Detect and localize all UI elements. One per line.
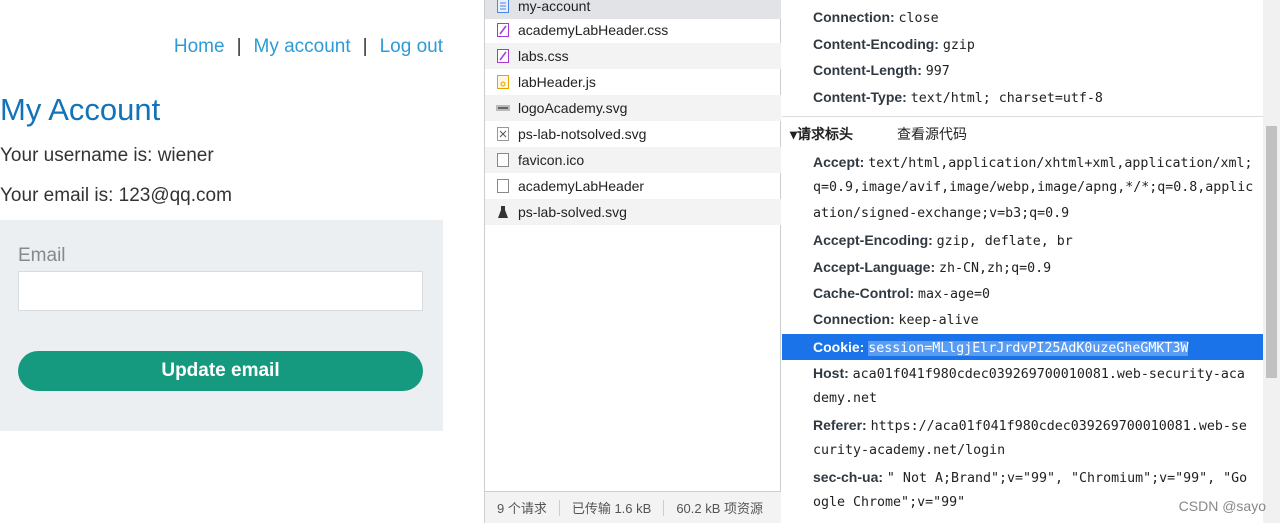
cookie-value-selected: session=MLlgjElrJrdvPI25AdK0uzeGheGMKT3W xyxy=(868,341,1189,356)
nav-my-account-link[interactable]: My account xyxy=(254,36,351,57)
page-title: My Account xyxy=(0,92,161,127)
header-accept-encoding: Accept-Encoding: gzip, deflate, br xyxy=(813,232,1073,249)
request-name: academyLabHeader xyxy=(518,178,645,194)
header-accept: Accept: text/html,application/xhtml+xml,… xyxy=(813,154,1253,171)
top-nav: Home | My account | Log out xyxy=(174,36,443,58)
headers-scrollbar[interactable] xyxy=(1263,0,1280,523)
request-name: academyLabHeader.css xyxy=(518,22,669,38)
email-label: Email xyxy=(18,245,66,266)
request-name: my-account xyxy=(518,0,591,14)
flask-image-icon xyxy=(496,204,510,220)
svg-image-icon xyxy=(496,126,510,142)
request-name: logoAcademy.svg xyxy=(518,100,628,116)
transferred-size: 已传输 1.6 kB xyxy=(571,501,652,516)
js-file-icon xyxy=(496,74,510,90)
request-row-labheader-js[interactable]: labHeader.js xyxy=(485,69,781,95)
header-host-cont: demy.net xyxy=(813,391,878,406)
email-text: Your email is: 123@qq.com xyxy=(0,185,232,206)
header-accept-cont: ation/signed-exchange;v=b3;q=0.9 xyxy=(813,206,1070,221)
request-row-ps-lab-notsolved-svg[interactable]: ps-lab-notsolved.svg xyxy=(485,121,781,147)
network-status-bar: 9 个请求 已传输 1.6 kB 60.2 kB 项资源 xyxy=(485,491,781,523)
request-row-academylabheader-css[interactable]: academyLabHeader.css xyxy=(485,17,781,43)
watermark: CSDN @sayo xyxy=(1178,498,1266,514)
header-connection: Connection: keep-alive xyxy=(813,311,979,328)
request-row-labs-css[interactable]: labs.css xyxy=(485,43,781,69)
header-content-encoding: Content-Encoding: gzip xyxy=(813,36,975,53)
nav-logout-link[interactable]: Log out xyxy=(380,36,443,57)
css-file-icon xyxy=(496,22,510,38)
blank-file-icon xyxy=(496,178,510,194)
blank-file-icon xyxy=(496,152,510,168)
header-referer: Referer: https://aca01f041f980cdec039269… xyxy=(813,417,1247,434)
change-email-form: Email Update email xyxy=(0,220,443,431)
update-email-button[interactable]: Update email xyxy=(18,351,423,391)
request-name: favicon.ico xyxy=(518,152,585,168)
scrollbar-thumb[interactable] xyxy=(1266,126,1277,378)
nav-home-link[interactable]: Home xyxy=(174,36,225,57)
css-file-icon xyxy=(496,48,510,64)
web-page: Home | My account | Log out My Account Your … xyxy=(0,0,463,523)
nav-separator: | xyxy=(236,36,242,57)
header-cookie: Cookie: session=MLlgjElrJrdvPI25AdK0uzeG… xyxy=(813,339,1189,356)
request-name: labs.css xyxy=(518,48,569,64)
header-sec-ch-ua: sec-ch-ua: " Not A;Brand";v="99", "Chrom… xyxy=(813,469,1248,486)
header-host: Host: aca01f041f980cdec039269700010081.w… xyxy=(813,365,1245,382)
request-name: ps-lab-solved.svg xyxy=(518,204,627,220)
header-cookie-row-selected[interactable]: Cookie: session=MLlgjElrJrdvPI25AdK0uzeG… xyxy=(782,334,1263,360)
request-name: labHeader.js xyxy=(518,74,596,90)
headers-panel: Connection: close Content-Encoding: gzip… xyxy=(782,0,1280,523)
email-input[interactable] xyxy=(18,271,423,311)
header-content-length: Content-Length: 997 xyxy=(813,62,950,79)
request-count: 9 个请求 xyxy=(497,501,547,516)
request-row-ps-lab-solved-svg[interactable]: ps-lab-solved.svg xyxy=(485,199,781,225)
view-source-link[interactable]: 查看源代码 xyxy=(897,124,967,144)
request-row-logoacademy-svg[interactable]: logoAcademy.svg xyxy=(485,95,781,121)
request-headers-section-toggle[interactable]: ▾请求标头 xyxy=(790,124,853,144)
header-sec-ch-ua-cont: ogle Chrome";v="99" xyxy=(813,495,966,510)
section-divider xyxy=(782,116,1263,117)
header-connection-close: Connection: close xyxy=(813,9,939,26)
network-request-list: my-account academyLabHeader.css labs.css… xyxy=(484,0,781,523)
header-referer-cont: curity-academy.net/login xyxy=(813,443,1006,458)
svg-image-icon xyxy=(496,100,510,116)
document-icon xyxy=(496,0,510,14)
username-text: Your username is: wiener xyxy=(0,145,214,166)
header-accept-cont: q=0.9,image/avif,image/webp,image/apng,*… xyxy=(813,180,1254,195)
header-cache-control: Cache-Control: max-age=0 xyxy=(813,285,991,302)
header-content-type: Content-Type: text/html; charset=utf-8 xyxy=(813,89,1103,106)
header-accept-language: Accept-Language: zh-CN,zh;q=0.9 xyxy=(813,259,1052,276)
request-name: ps-lab-notsolved.svg xyxy=(518,126,647,142)
request-row-academylabheader[interactable]: academyLabHeader xyxy=(485,173,781,199)
resource-size: 60.2 kB 项资源 xyxy=(676,501,764,516)
request-row-favicon-ico[interactable]: favicon.ico xyxy=(485,147,781,173)
nav-separator: | xyxy=(362,36,368,57)
